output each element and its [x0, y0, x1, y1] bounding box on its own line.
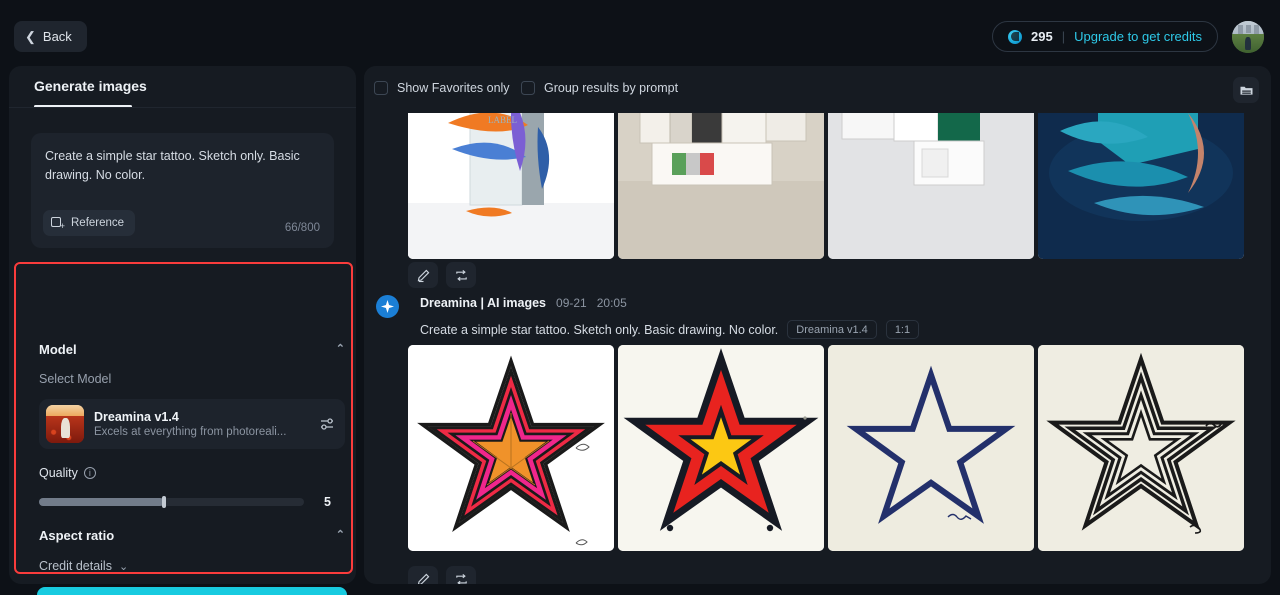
credit-coin-icon — [1008, 29, 1022, 44]
back-button-label: Back — [42, 29, 72, 44]
checkbox-box[interactable] — [521, 81, 535, 95]
result-actions — [408, 566, 476, 584]
top-result-actions — [408, 262, 476, 288]
result-prompt-line: Create a simple star tattoo. Sketch only… — [420, 320, 920, 339]
folder-icon — [1240, 86, 1252, 95]
avatar-building — [1238, 25, 1243, 35]
avatar-building — [1246, 25, 1251, 33]
chevron-left-icon: ❮ — [25, 29, 36, 44]
svg-text:LABEL: LABEL — [488, 115, 517, 125]
show-favorites-only-checkbox[interactable]: Show Favorites only — [374, 81, 510, 95]
tab-generate-images[interactable]: Generate images — [34, 78, 147, 94]
credits-pill[interactable]: 295 | Upgrade to get credits — [992, 21, 1218, 52]
tab-divider — [9, 107, 356, 108]
result-source-title: Dreamina | AI images — [420, 296, 547, 310]
group-results-by-prompt-label: Group results by prompt — [544, 81, 679, 95]
avatar[interactable] — [1232, 21, 1264, 53]
result-time: 20:05 — [596, 296, 627, 310]
quality-slider[interactable] — [39, 496, 304, 508]
results-panel: LABEL Dreamina | AI images 09-21 20:05 C… — [364, 66, 1271, 584]
regenerate-button[interactable] — [446, 566, 476, 584]
results-toolbar: Show Favorites only Group results by pro… — [364, 66, 1271, 113]
model-section-title: Model — [39, 342, 77, 357]
show-favorites-only-label: Show Favorites only — [397, 81, 510, 95]
left-control-panel: Generate images Create a simple star tat… — [9, 66, 356, 595]
results-scroll-area[interactable]: LABEL Dreamina | AI images 09-21 20:05 C… — [364, 66, 1271, 584]
quality-slider-handle[interactable] — [161, 496, 166, 508]
reference-button[interactable]: + Reference — [43, 210, 136, 236]
add-image-icon: + — [51, 216, 65, 230]
credits-separator: | — [1061, 29, 1066, 44]
aspect-ratio-section-header[interactable]: Aspect ratio ⌃ — [39, 528, 345, 543]
result-image-row — [408, 345, 1244, 551]
credit-details-toggle[interactable]: Credit details ⌄ — [39, 559, 128, 573]
quality-value: 5 — [324, 495, 331, 509]
quality-slider-fill — [39, 498, 164, 506]
edit-button[interactable] — [408, 262, 438, 288]
star-blue-outline-image[interactable] — [828, 345, 1034, 551]
chevron-up-icon[interactable]: ⌃ — [336, 342, 345, 355]
quality-label: Quality — [39, 466, 78, 480]
prompt-input-card[interactable]: Create a simple star tattoo. Sketch only… — [31, 133, 334, 248]
folder-button[interactable] — [1233, 77, 1259, 103]
chip-aspect-ratio: 1:1 — [885, 320, 920, 339]
group-results-by-prompt-checkbox[interactable]: Group results by prompt — [521, 81, 678, 95]
model-name: Dreamina v1.4 — [94, 410, 179, 424]
star-pink-orange-image[interactable] — [408, 345, 614, 551]
edit-button[interactable] — [408, 566, 438, 584]
sliders-icon[interactable] — [319, 416, 335, 432]
credits-count: 295 — [1031, 29, 1053, 44]
star-black-nested-image[interactable] — [1038, 345, 1244, 551]
chevron-up-icon[interactable]: ⌃ — [336, 528, 345, 541]
info-icon[interactable]: i — [83, 467, 96, 479]
select-model-label: Select Model — [39, 372, 112, 386]
result-date: 09-21 — [556, 296, 587, 310]
quality-label-group: Quality i — [39, 466, 96, 480]
back-button[interactable]: ❮ Back — [14, 21, 87, 52]
prompt-text[interactable]: Create a simple star tattoo. Sketch only… — [45, 147, 307, 185]
star-red-yellow-image[interactable] — [618, 345, 824, 551]
panel-tab-row: Generate images — [9, 66, 356, 117]
aspect-ratio-title: Aspect ratio — [39, 528, 115, 543]
reference-button-label: Reference — [71, 217, 125, 229]
astronaut-poppy-field-thumbnail — [46, 405, 84, 443]
result-meta-line: Dreamina | AI images 09-21 20:05 — [420, 296, 627, 310]
model-description: Excels at everything from photoreali... — [94, 426, 287, 438]
chevron-down-icon[interactable]: ⌄ — [119, 560, 128, 573]
avatar-person — [1245, 37, 1251, 50]
model-info: Dreamina v1.4 Excels at everything from … — [94, 410, 309, 438]
model-section-header[interactable]: Model ⌃ — [39, 342, 345, 357]
dreamina-sparkle-icon — [376, 295, 399, 318]
checkbox-box[interactable] — [374, 81, 388, 95]
model-card-dreamina[interactable]: Dreamina v1.4 Excels at everything from … — [39, 399, 345, 449]
character-count: 66/800 — [284, 222, 320, 234]
generate-button[interactable]: Generate 5 — [37, 587, 347, 595]
top-bar: ❮ Back 295 | Upgrade to get credits — [0, 0, 1280, 72]
avatar-building — [1254, 25, 1259, 34]
upgrade-to-get-credits-link[interactable]: Upgrade to get credits — [1074, 29, 1202, 44]
credit-details-label: Credit details — [39, 559, 112, 573]
result-prompt-text: Create a simple star tattoo. Sketch only… — [420, 322, 779, 337]
chip-model: Dreamina v1.4 — [787, 320, 877, 339]
regenerate-button[interactable] — [446, 262, 476, 288]
